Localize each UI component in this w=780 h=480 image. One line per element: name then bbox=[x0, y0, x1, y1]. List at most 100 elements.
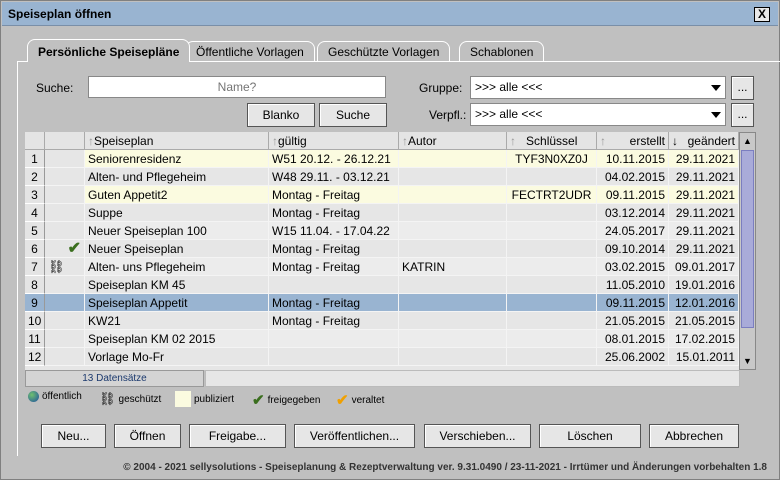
move-button[interactable]: Verschieben... bbox=[424, 424, 531, 448]
status-icon bbox=[45, 276, 85, 294]
header-autor[interactable]: ↑Autor bbox=[399, 132, 507, 150]
tab-protected-templates[interactable]: Geschützte Vorlagen bbox=[317, 41, 451, 61]
key bbox=[507, 312, 597, 330]
author: KATRIN bbox=[399, 258, 507, 276]
valid-period: Montag - Freitag bbox=[269, 258, 399, 276]
verpfl-more-button[interactable]: ... bbox=[731, 103, 754, 127]
chain-icon: ⛓ bbox=[48, 259, 65, 274]
table-row[interactable]: 1 Seniorenresidenz W51 20.12. - 26.12.21 TY… bbox=[25, 150, 739, 168]
created-date: 03.12.2014 bbox=[597, 204, 669, 222]
scroll-thumb[interactable] bbox=[741, 150, 754, 328]
changed-date: 29.11.2021 bbox=[669, 168, 739, 186]
valid-period bbox=[269, 330, 399, 348]
author bbox=[399, 186, 507, 204]
published-swatch bbox=[175, 391, 191, 407]
verpfl-value: >>> alle <<< bbox=[475, 107, 543, 121]
row-number: 3 bbox=[25, 186, 45, 204]
table-row[interactable]: 5 Neuer Speiseplan 100 W15 11.04. - 17.04.… bbox=[25, 222, 739, 240]
header-rownum bbox=[25, 132, 45, 150]
table-row[interactable]: 9 Speiseplan Appetit Montag - Freitag 09.11… bbox=[25, 294, 739, 312]
release-button[interactable]: Freigabe... bbox=[189, 424, 286, 448]
blank-button[interactable]: Blanko bbox=[247, 103, 315, 127]
group-select[interactable]: >>> alle <<< bbox=[470, 76, 726, 99]
tab-personal[interactable]: Persönliche Speisepläne bbox=[27, 39, 191, 62]
key bbox=[507, 168, 597, 186]
check-green-icon: ✔ bbox=[252, 392, 265, 409]
table-row[interactable]: 10 KW21 Montag - Freitag 21.05.2015 21.05.20… bbox=[25, 312, 739, 330]
search-button[interactable]: Suche bbox=[319, 103, 387, 127]
author bbox=[399, 330, 507, 348]
verpfl-select[interactable]: >>> alle <<< bbox=[470, 103, 726, 126]
changed-date: 29.11.2021 bbox=[669, 240, 739, 258]
group-label: Gruppe: bbox=[419, 81, 463, 95]
table-row[interactable]: 7 ⛓ Alten- uns Pflegeheim Montag - Freitag K… bbox=[25, 258, 739, 276]
vertical-scrollbar[interactable]: ▲ ▼ bbox=[739, 132, 756, 370]
plan-name: Suppe bbox=[85, 204, 269, 222]
table-row[interactable]: 6 ✔ Neuer Speiseplan Montag - Freitag 09.10.… bbox=[25, 240, 739, 258]
plan-name: KW21 bbox=[85, 312, 269, 330]
chevron-down-icon bbox=[711, 85, 721, 91]
table-row[interactable]: 2 Alten- und Pflegeheim W48 29.11. - 03.12… bbox=[25, 168, 739, 186]
key bbox=[507, 258, 597, 276]
status-icon: ✔ bbox=[45, 240, 85, 258]
record-count: 13 Datensätze bbox=[25, 370, 204, 387]
chevron-down-icon bbox=[711, 112, 721, 118]
created-date: 08.01.2015 bbox=[597, 330, 669, 348]
row-number: 12 bbox=[25, 348, 45, 366]
created-date: 04.02.2015 bbox=[597, 168, 669, 186]
open-button[interactable]: Öffnen bbox=[114, 424, 181, 448]
created-date: 11.05.2010 bbox=[597, 276, 669, 294]
search-input[interactable] bbox=[88, 76, 386, 98]
scroll-down-icon[interactable]: ▼ bbox=[740, 353, 755, 369]
author bbox=[399, 240, 507, 258]
created-date: 09.11.2015 bbox=[597, 186, 669, 204]
legend-published: publiziert bbox=[175, 391, 234, 407]
close-button[interactable]: X bbox=[754, 7, 770, 22]
author bbox=[399, 168, 507, 186]
table-row[interactable]: 11 Speiseplan KM 02 2015 08.01.2015 17.02.2… bbox=[25, 330, 739, 348]
plan-name: Vorlage Mo-Fr bbox=[85, 348, 269, 366]
delete-button[interactable]: Löschen bbox=[539, 424, 641, 448]
changed-date: 29.11.2021 bbox=[669, 186, 739, 204]
search-label: Suche: bbox=[36, 81, 74, 95]
status-icon bbox=[45, 222, 85, 240]
tab-schablonen[interactable]: Schablonen bbox=[459, 41, 545, 61]
copyright-footer: © 2004 - 2021 sellysolutions - Speisepla… bbox=[123, 462, 767, 473]
plans-table: ↑Speiseplan ↑gültig ↑Autor ↑ Schlüssel ↑… bbox=[25, 132, 739, 370]
key bbox=[507, 330, 597, 348]
author bbox=[399, 348, 507, 366]
plan-name: Neuer Speiseplan 100 bbox=[85, 222, 269, 240]
horizontal-scrollbar[interactable] bbox=[205, 370, 740, 387]
plan-name: Alten- uns Pflegeheim bbox=[85, 258, 269, 276]
legend-public: öffentlich bbox=[28, 391, 82, 402]
table-row[interactable]: 12 Vorlage Mo-Fr 25.06.2002 15.01.2011 bbox=[25, 348, 739, 366]
plan-name: Guten Appetit2 bbox=[85, 186, 269, 204]
header-speiseplan[interactable]: ↑Speiseplan bbox=[85, 132, 269, 150]
valid-period: Montag - Freitag bbox=[269, 312, 399, 330]
valid-period bbox=[269, 348, 399, 366]
changed-date: 15.01.2011 bbox=[669, 348, 739, 366]
publish-button[interactable]: Veröffentlichen... bbox=[294, 424, 415, 448]
new-button[interactable]: Neu... bbox=[41, 424, 106, 448]
header-geaendert[interactable]: ↓ geändert bbox=[669, 132, 739, 150]
table-row[interactable]: 8 Speiseplan KM 45 11.05.2010 19.01.2016 bbox=[25, 276, 739, 294]
legend-protected: ⛓ geschützt bbox=[99, 391, 162, 406]
status-icon bbox=[45, 294, 85, 312]
header-erstellt[interactable]: ↑ erstellt bbox=[597, 132, 669, 150]
scroll-up-icon[interactable]: ▲ bbox=[740, 133, 755, 149]
valid-period: W48 29.11. - 03.12.21 bbox=[269, 168, 399, 186]
cancel-button[interactable]: Abbrechen bbox=[649, 424, 739, 448]
tab-public-templates[interactable]: Öffentliche Vorlagen bbox=[185, 41, 315, 61]
key bbox=[507, 276, 597, 294]
row-number: 2 bbox=[25, 168, 45, 186]
header-schluessel[interactable]: ↑ Schlüssel bbox=[507, 132, 597, 150]
key bbox=[507, 240, 597, 258]
group-more-button[interactable]: ... bbox=[731, 76, 754, 100]
created-date: 09.11.2015 bbox=[597, 294, 669, 312]
valid-period: Montag - Freitag bbox=[269, 186, 399, 204]
changed-date: 21.05.2015 bbox=[669, 312, 739, 330]
table-row[interactable]: 4 Suppe Montag - Freitag 03.12.2014 29.11.20… bbox=[25, 204, 739, 222]
header-gueltig[interactable]: ↑gültig bbox=[269, 132, 399, 150]
author bbox=[399, 312, 507, 330]
table-row[interactable]: 3 Guten Appetit2 Montag - Freitag FECTRT2UD… bbox=[25, 186, 739, 204]
